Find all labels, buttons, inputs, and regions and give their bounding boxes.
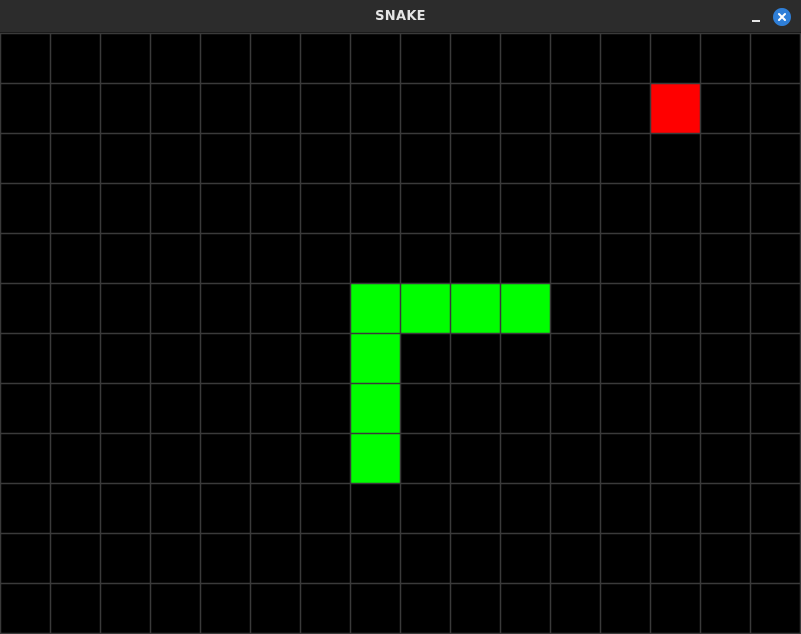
game-grid	[0, 33, 801, 634]
title-bar[interactable]: SNAKE	[0, 0, 801, 33]
food-item	[650, 83, 701, 134]
close-icon	[778, 13, 786, 21]
snake-segment	[350, 383, 401, 434]
snake-segment	[350, 333, 401, 384]
snake-segment	[350, 433, 401, 484]
game-board[interactable]	[0, 33, 801, 634]
minimize-button[interactable]	[745, 6, 767, 28]
snake-segment	[450, 283, 501, 334]
minimize-icon	[752, 20, 760, 22]
window-title: SNAKE	[375, 9, 426, 24]
close-button[interactable]	[773, 8, 791, 26]
game-window: SNAKE	[0, 0, 801, 634]
snake-segment	[500, 283, 551, 334]
snake-segment	[350, 283, 401, 334]
snake-segment	[400, 283, 451, 334]
